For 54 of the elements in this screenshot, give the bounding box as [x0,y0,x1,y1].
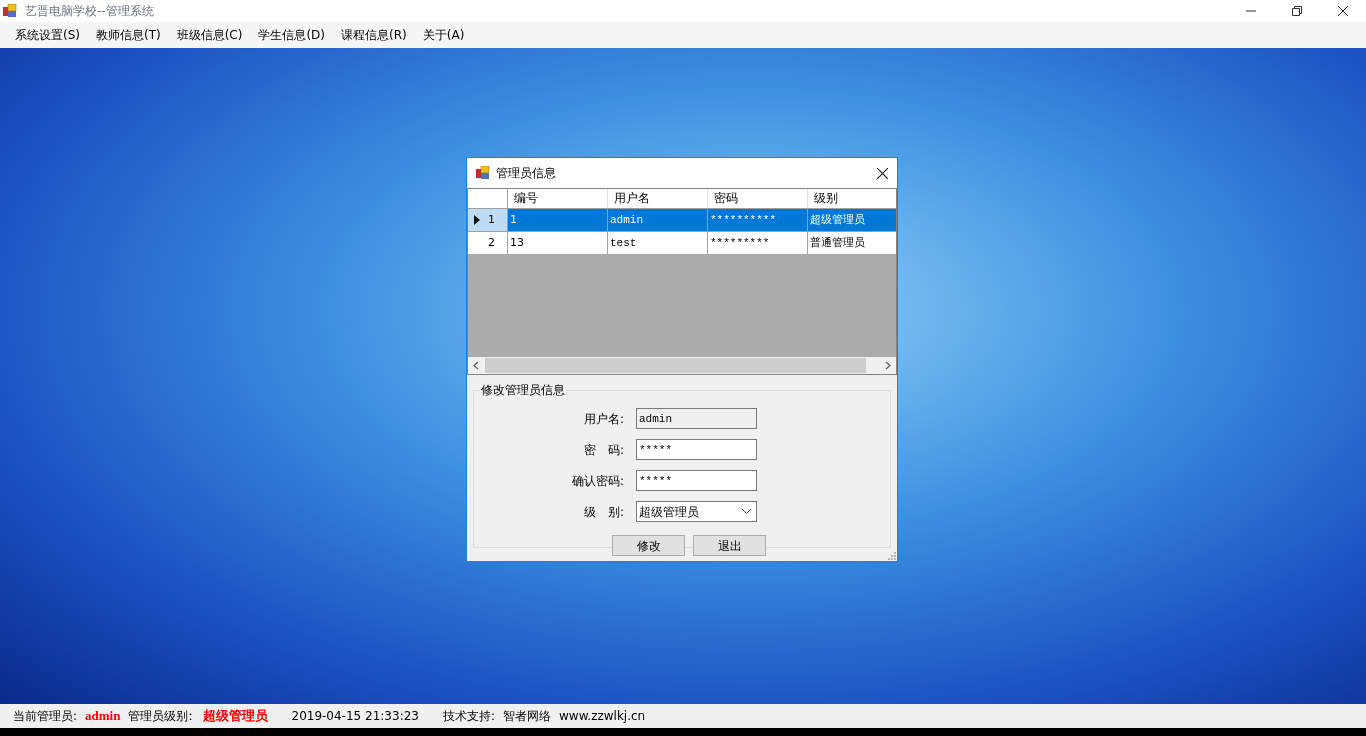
menu-item[interactable]: 班级信息(C) [169,24,250,46]
status-text: 技术支持: [442,708,495,725]
input-field[interactable]: ***** [636,470,757,491]
table-cell: test [608,232,708,254]
current-row-icon [474,215,480,225]
menu-item[interactable]: 学生信息(D) [251,24,333,46]
column-header[interactable]: 密码 [708,189,808,208]
status-text: www.zzwlkj.cn [559,708,646,725]
table-cell: ********** [708,209,808,231]
table-cell: admin [608,209,708,231]
app-icon [3,4,17,18]
menu-item[interactable]: 课程信息(R) [334,24,414,46]
row-header[interactable]: 2 [468,232,508,254]
status-text: 当前管理员: [13,708,78,725]
status-value: admin [85,707,121,726]
window-title: 艺晋电脑学校--管理系统 [25,3,154,20]
close-button[interactable] [875,166,889,180]
status-value: 超级管理员 [202,707,268,726]
field-label: 用户名: [582,410,625,428]
field-label: 密 码: [582,441,625,459]
field-label: 级 别: [582,503,625,521]
resize-grip-icon[interactable] [888,552,896,560]
caret-icon [742,509,751,514]
scroll-thumb[interactable] [485,358,866,373]
form-button[interactable]: 退出 [693,535,766,556]
status-text: 管理员级别: [128,708,193,725]
row-number: 1 [488,211,495,228]
column-header[interactable]: 级别 [808,189,896,208]
menu-item[interactable]: 系统设置(S) [8,24,87,46]
close-icon [1338,6,1348,16]
table-cell: 超级管理员 [808,209,896,231]
status-text: 智者网络 [503,708,551,725]
dropdown-value: 超级管理员 [639,503,699,521]
table-cell: 普通管理员 [808,232,896,254]
menu-item[interactable]: 教师信息(T) [89,24,168,46]
row-header[interactable]: 1 [468,209,508,231]
row-number: 2 [488,234,495,251]
status-text: 2019-04-15 21:33:23 [291,708,419,725]
restore-icon [1292,6,1302,16]
horizontal-scrollbar[interactable] [468,357,896,374]
input-field[interactable]: ***** [636,439,757,460]
table-cell: ********* [708,232,808,254]
form-button[interactable]: 修改 [612,535,685,556]
menu-item[interactable]: 关于(A) [415,24,472,46]
column-header[interactable]: 用户名 [608,189,708,208]
column-header[interactable]: 编号 [508,189,608,208]
dialog-title: 管理员信息 [496,165,556,182]
app-icon [476,166,490,180]
close-icon [876,167,888,179]
table-cell: 13 [508,232,608,254]
level-dropdown[interactable]: 超级管理员 [636,501,757,522]
table-cell: 1 [508,209,608,231]
field-label: 确认密码: [570,472,625,490]
group-title: 修改管理员信息 [480,381,566,399]
